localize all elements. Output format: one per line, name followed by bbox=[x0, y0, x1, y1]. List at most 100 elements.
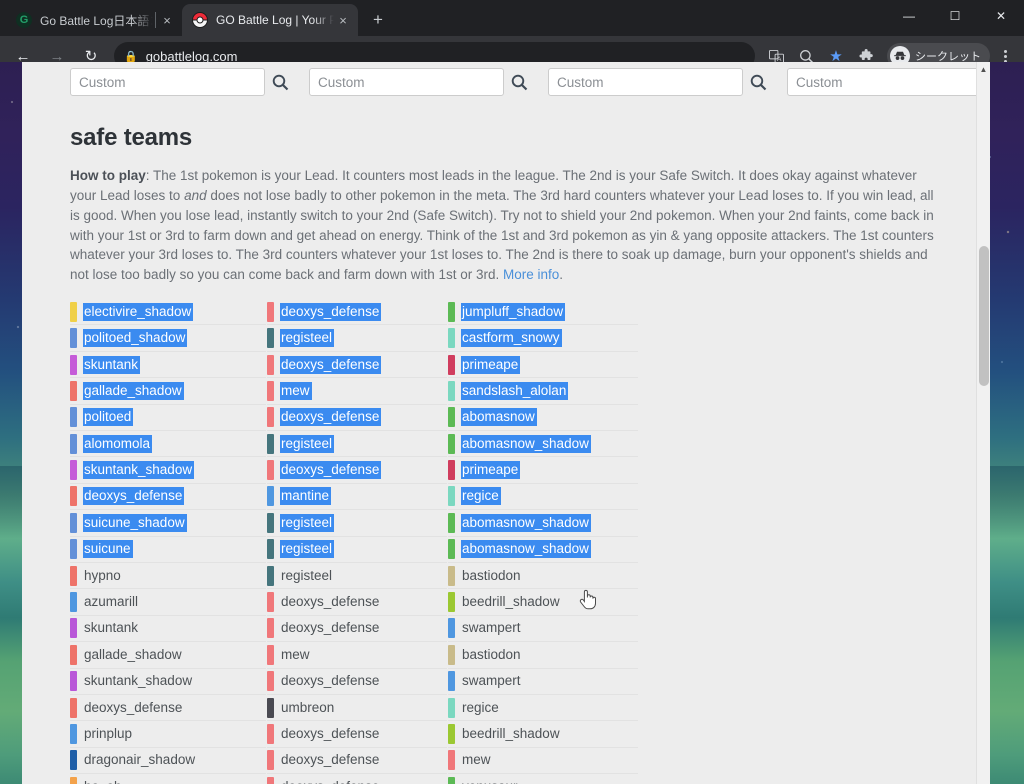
team-slot-2[interactable]: deoxys_defense bbox=[267, 774, 447, 784]
team-slot-3[interactable]: regice bbox=[448, 484, 638, 511]
team-slot-2[interactable]: mew bbox=[267, 378, 447, 405]
table-row[interactable]: electivire_shadow deoxys_defense jumpluff_… bbox=[70, 299, 942, 326]
team-slot-3[interactable]: beedrill_shadow bbox=[448, 721, 638, 748]
team-slot-2[interactable]: deoxys_defense bbox=[267, 589, 447, 616]
team-slot-1[interactable]: suicune bbox=[70, 537, 266, 563]
team-slot-2[interactable]: deoxys_defense bbox=[267, 721, 447, 748]
team-slot-3[interactable]: castform_snowy bbox=[448, 325, 638, 352]
pokemon-type-color-bar bbox=[70, 671, 77, 692]
team-slot-3[interactable]: abomasnow_shadow bbox=[448, 537, 638, 563]
table-row[interactable]: skuntank_shadow deoxys_defense swampert bbox=[70, 669, 942, 695]
team-slot-1[interactable]: alomomola bbox=[70, 431, 266, 458]
search-input-2[interactable] bbox=[309, 68, 504, 96]
team-slot-1[interactable]: prinplup bbox=[70, 721, 266, 748]
team-slot-1[interactable]: gallade_shadow bbox=[70, 378, 266, 405]
team-slot-2[interactable]: deoxys_defense bbox=[267, 457, 447, 484]
team-slot-1[interactable]: electivire_shadow bbox=[70, 299, 266, 326]
team-slot-3[interactable]: swampert bbox=[448, 616, 638, 643]
team-slot-3[interactable]: abomasnow_shadow bbox=[448, 510, 638, 537]
team-slot-3[interactable]: bastiodon bbox=[448, 563, 638, 590]
table-row[interactable]: hypno registeel bastiodon bbox=[70, 563, 942, 590]
team-slot-2[interactable]: registeel bbox=[267, 325, 447, 352]
team-slot-2[interactable]: deoxys_defense bbox=[267, 748, 447, 775]
table-row[interactable]: ho_oh deoxys_defense venusaur bbox=[70, 774, 942, 784]
scrollbar-thumb[interactable] bbox=[979, 246, 989, 386]
team-slot-2[interactable]: mantine bbox=[267, 484, 447, 511]
team-slot-3[interactable]: jumpluff_shadow bbox=[448, 299, 638, 326]
table-row[interactable]: prinplup deoxys_defense beedrill_shadow bbox=[70, 721, 942, 748]
table-row[interactable]: gallade_shadow mew sandslash_alolan bbox=[70, 378, 942, 405]
page-scrollbar[interactable]: ▲ bbox=[976, 62, 990, 784]
team-slot-2[interactable]: deoxys_defense bbox=[267, 616, 447, 643]
team-slot-2[interactable]: deoxys_defense bbox=[267, 352, 447, 379]
team-slot-2[interactable]: registeel bbox=[267, 431, 447, 458]
team-slot-2[interactable]: deoxys_defense bbox=[267, 299, 447, 326]
team-slot-1[interactable]: deoxys_defense bbox=[70, 484, 266, 511]
new-tab-button[interactable]: + bbox=[364, 6, 392, 34]
team-slot-1[interactable]: azumarill bbox=[70, 589, 266, 616]
team-slot-1[interactable]: suicune_shadow bbox=[70, 510, 266, 537]
team-slot-1[interactable]: skuntank_shadow bbox=[70, 457, 266, 484]
team-slot-3[interactable]: beedrill_shadow bbox=[448, 589, 638, 616]
team-slot-2[interactable]: deoxys_defense bbox=[267, 669, 447, 695]
table-row[interactable]: suicune_shadow registeel abomasnow_shadow bbox=[70, 510, 942, 537]
table-row[interactable]: suicune registeel abomasnow_shadow bbox=[70, 537, 942, 563]
close-icon[interactable]: × bbox=[334, 11, 352, 29]
search-icon[interactable] bbox=[504, 68, 534, 96]
pokemon-name: alomomola bbox=[83, 434, 153, 453]
team-slot-1[interactable]: ho_oh bbox=[70, 774, 266, 784]
search-input-4[interactable] bbox=[787, 68, 982, 96]
more-info-link[interactable]: More info bbox=[503, 267, 559, 282]
team-slot-3[interactable]: mew bbox=[448, 748, 638, 775]
team-slot-2[interactable]: registeel bbox=[267, 563, 447, 590]
team-slot-3[interactable]: primeape bbox=[448, 352, 638, 379]
tab-go-battle-log[interactable]: GO Battle Log | Your Personal Bat × bbox=[182, 4, 358, 36]
team-slot-3[interactable]: bastiodon bbox=[448, 642, 638, 669]
team-slot-1[interactable]: hypno bbox=[70, 563, 266, 590]
team-slot-2[interactable]: deoxys_defense bbox=[267, 405, 447, 432]
team-slot-2[interactable]: umbreon bbox=[267, 695, 447, 722]
minimize-button[interactable]: — bbox=[886, 0, 932, 32]
team-slot-3[interactable]: abomasnow_shadow bbox=[448, 431, 638, 458]
table-row[interactable]: politoed deoxys_defense abomasnow bbox=[70, 405, 942, 432]
table-row[interactable]: skuntank_shadow deoxys_defense primeape bbox=[70, 457, 942, 484]
team-slot-1[interactable]: deoxys_defense bbox=[70, 695, 266, 722]
team-slot-1[interactable]: politoed_shadow bbox=[70, 325, 266, 352]
team-slot-2[interactable]: registeel bbox=[267, 537, 447, 563]
table-row[interactable]: politoed_shadow registeel castform_snowy bbox=[70, 325, 942, 352]
team-slot-3[interactable]: sandslash_alolan bbox=[448, 378, 638, 405]
team-slot-1[interactable]: politoed bbox=[70, 405, 266, 432]
team-slot-1[interactable]: dragonair_shadow bbox=[70, 748, 266, 775]
tab-go-battle-log-jp[interactable]: G Go Battle Log日本語コンバーター × bbox=[6, 4, 182, 36]
pokemon-name: mew bbox=[281, 646, 310, 662]
search-input-3[interactable] bbox=[548, 68, 743, 96]
close-icon[interactable]: × bbox=[158, 11, 176, 29]
team-slot-3[interactable]: primeape bbox=[448, 457, 638, 484]
table-row[interactable]: skuntank deoxys_defense primeape bbox=[70, 352, 942, 379]
table-row[interactable]: dragonair_shadow deoxys_defense mew bbox=[70, 748, 942, 775]
team-slot-1[interactable]: skuntank bbox=[70, 352, 266, 379]
search-icon[interactable] bbox=[743, 68, 773, 96]
table-row[interactable]: deoxys_defense umbreon regice bbox=[70, 695, 942, 722]
team-slot-1[interactable]: skuntank_shadow bbox=[70, 669, 266, 695]
table-row[interactable]: skuntank deoxys_defense swampert bbox=[70, 616, 942, 643]
table-row[interactable]: deoxys_defense mantine regice bbox=[70, 484, 942, 511]
search-input-1[interactable] bbox=[70, 68, 265, 96]
close-window-button[interactable]: ✕ bbox=[978, 0, 1024, 32]
maximize-button[interactable]: ☐ bbox=[932, 0, 978, 32]
team-slot-3[interactable]: abomasnow bbox=[448, 405, 638, 432]
team-slot-1[interactable]: skuntank bbox=[70, 616, 266, 643]
table-row[interactable]: alomomola registeel abomasnow_shadow bbox=[70, 431, 942, 458]
table-row[interactable]: gallade_shadow mew bastiodon bbox=[70, 642, 942, 669]
team-slot-1[interactable]: gallade_shadow bbox=[70, 642, 266, 669]
team-slot-3[interactable]: regice bbox=[448, 695, 638, 722]
pokemon-name: jumpluff_shadow bbox=[461, 302, 566, 321]
search-icon[interactable] bbox=[265, 68, 295, 96]
team-slot-2[interactable]: registeel bbox=[267, 510, 447, 537]
team-slot-3[interactable]: venusaur bbox=[448, 774, 638, 784]
team-slot-2[interactable]: mew bbox=[267, 642, 447, 669]
team-slot-3[interactable]: swampert bbox=[448, 669, 638, 695]
pokemon-name: deoxys_defense bbox=[281, 620, 380, 636]
table-row[interactable]: azumarill deoxys_defense beedrill_shadow bbox=[70, 589, 942, 616]
scroll-up-arrow-icon[interactable]: ▲ bbox=[977, 62, 990, 76]
